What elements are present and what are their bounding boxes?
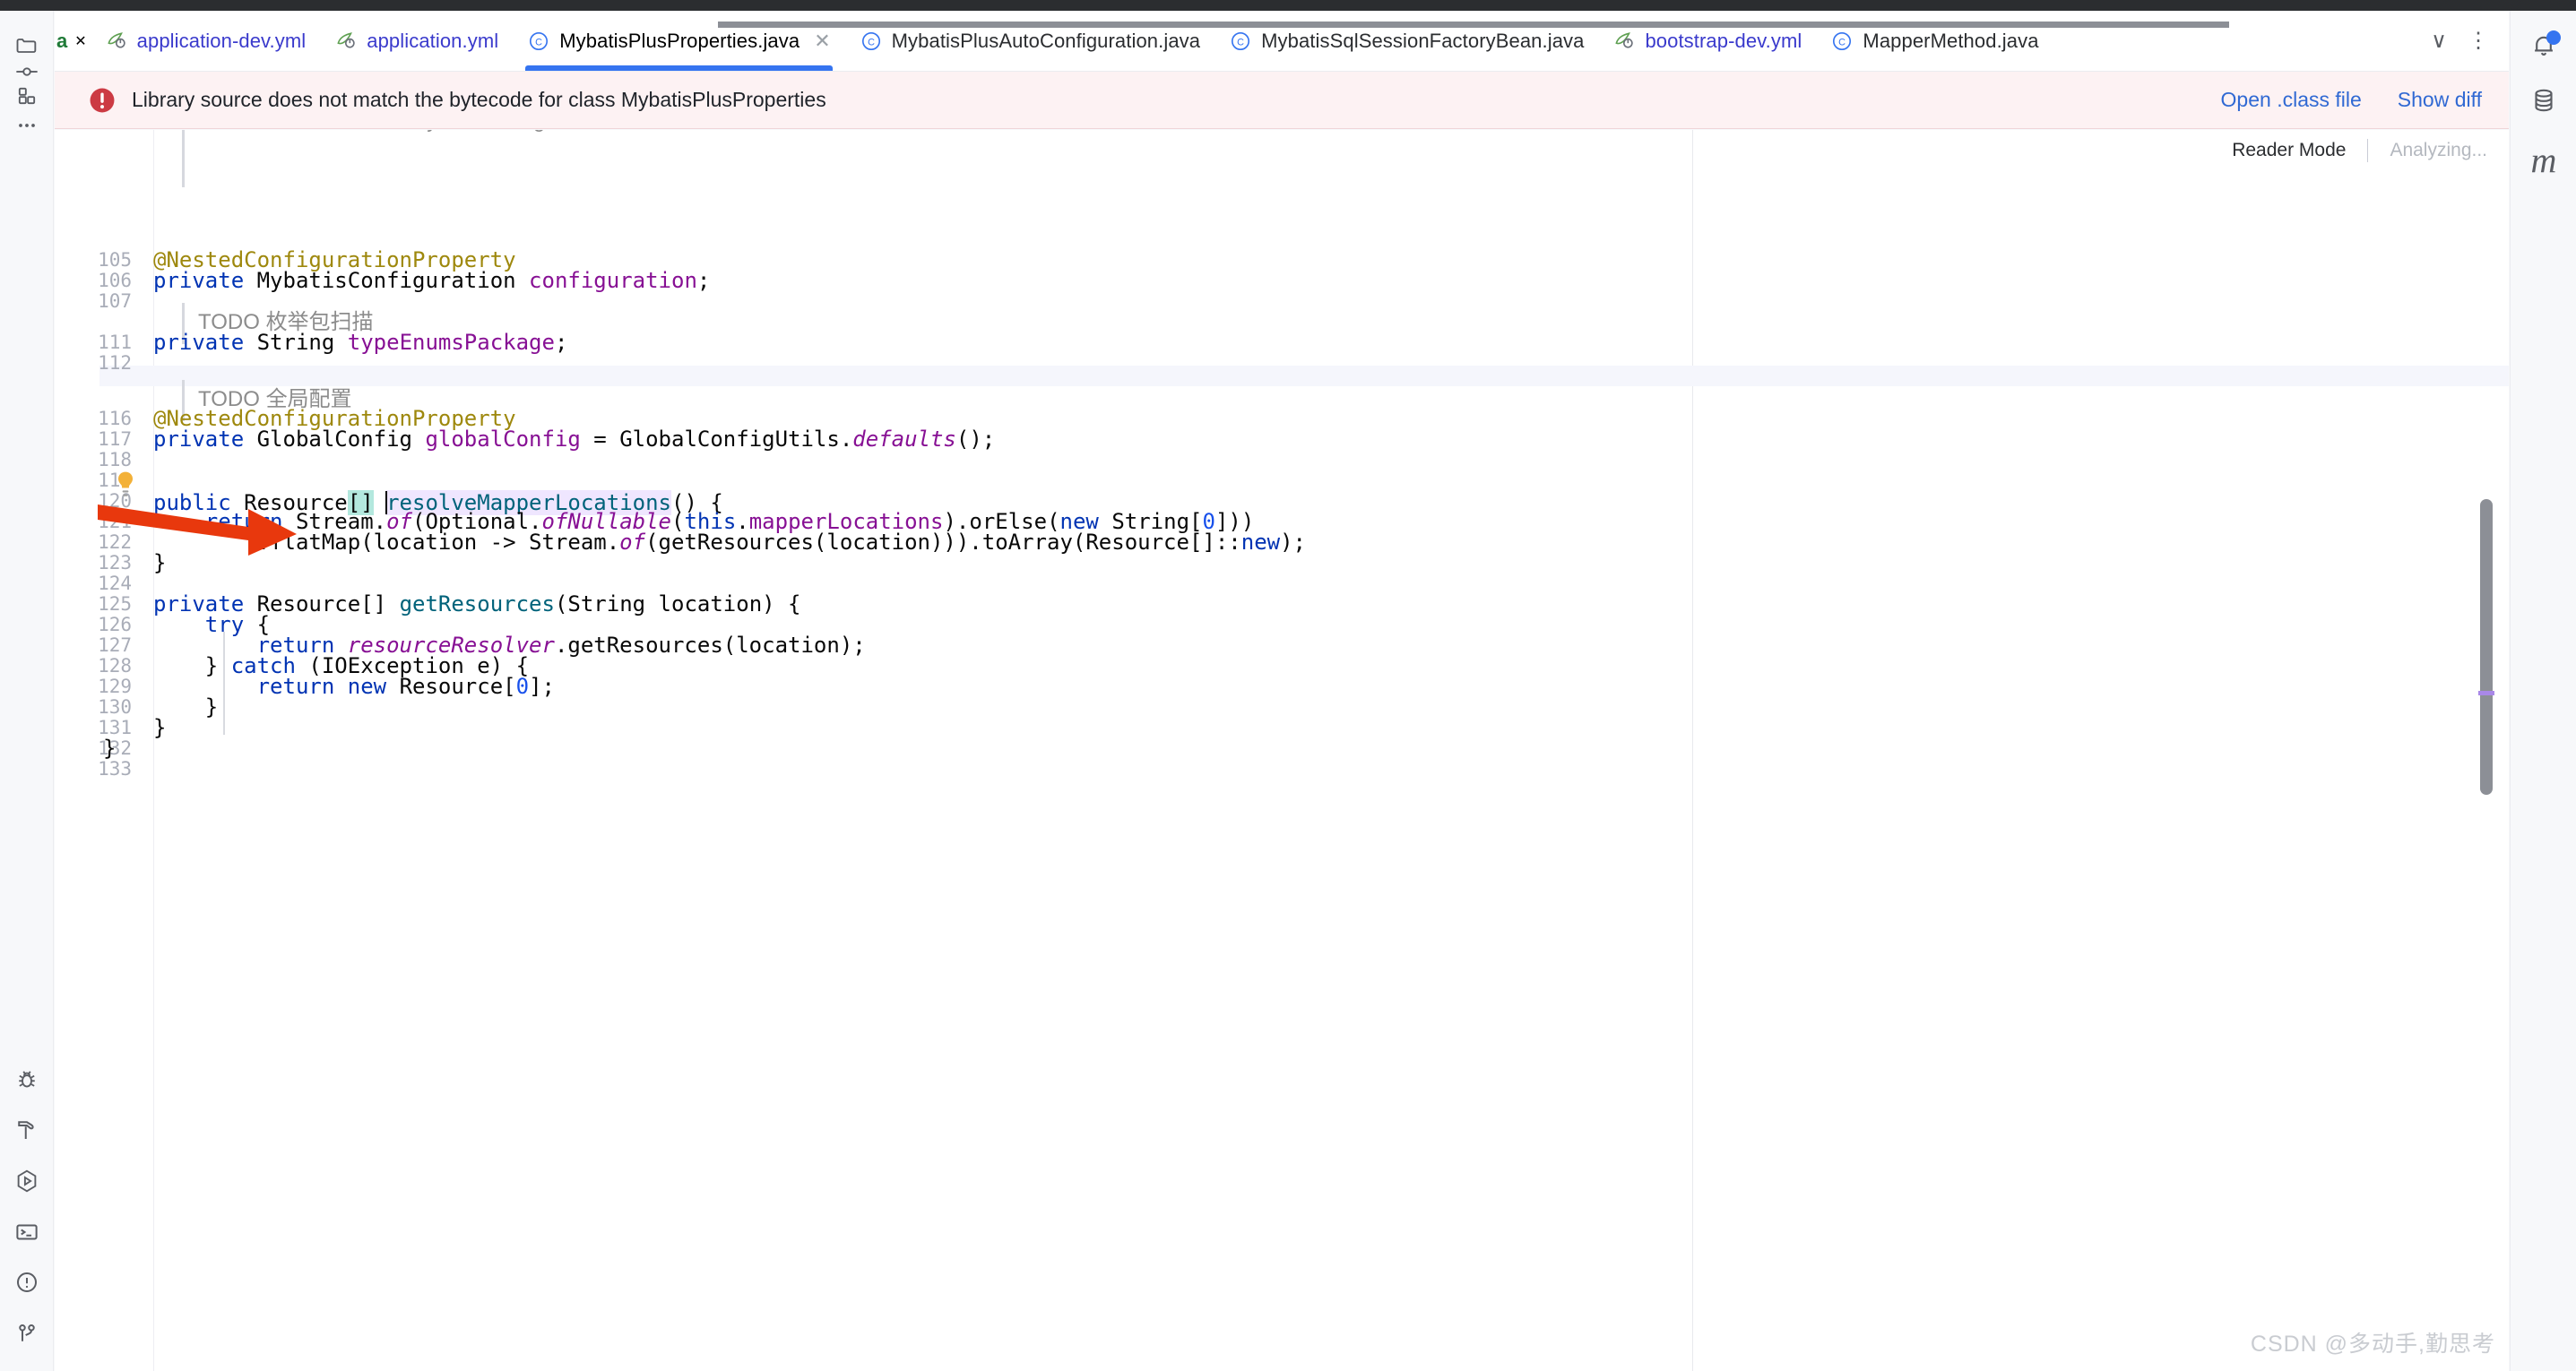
intention-bulb-icon[interactable] (114, 470, 137, 499)
tab-label: MapperMethod.java (1863, 30, 2038, 53)
yml-file-icon (105, 30, 128, 53)
closing-brace: } (153, 550, 166, 575)
line-number-130: 130 (55, 697, 132, 718)
editor-vertical-scrollbar[interactable] (2480, 130, 2493, 1371)
doc-comment-bar (182, 130, 185, 187)
code-line-132: } (103, 738, 116, 759)
line-number-123: 123 (55, 553, 132, 573)
tab-label: application.yml (367, 30, 498, 53)
analyzing-status: Analyzing... (2368, 140, 2487, 161)
line-number-126: 126 (55, 615, 132, 635)
code-line-122: .flatMap(location -> Stream.of(getResour… (153, 532, 1306, 553)
debug-icon[interactable] (0, 1059, 54, 1100)
open-class-file-link[interactable]: Open .class file (2221, 88, 2362, 112)
editor-tab-bar: a ✕ application-dev.yml application.yml (55, 11, 2509, 72)
line-number-122: 122 (55, 532, 132, 553)
tab-label: bootstrap-dev.yml (1645, 30, 1802, 53)
tab-list-chevron-down-icon[interactable]: ∨ (2421, 23, 2457, 59)
tab-bootstrap-dev-yml[interactable]: bootstrap-dev.yml (1598, 11, 1816, 72)
code-line-117: private GlobalConfig globalConfig = Glob… (153, 429, 995, 450)
code-line-106: private MybatisConfiguration configurati… (153, 271, 710, 291)
window-title-strip (0, 0, 2576, 11)
svg-text:C: C (1237, 37, 1244, 47)
code-content[interactable]: A Configuration object for customize def… (153, 130, 2509, 1371)
java-class-icon: C (860, 30, 883, 53)
terminal-icon[interactable] (0, 1211, 54, 1253)
svg-text:C: C (868, 37, 875, 47)
line-number-106: 106 (55, 271, 132, 291)
doc-comment-clipped-line2: not used. TODO 使用 MybatisConfiguration (198, 130, 611, 141)
show-diff-link[interactable]: Show diff (2398, 88, 2482, 112)
database-icon[interactable] (2511, 75, 2576, 125)
notifications-icon[interactable] (2511, 20, 2576, 70)
line-number-129: 129 (55, 677, 132, 697)
line-number-121: 121 (55, 512, 132, 532)
line-number-125: 125 (55, 594, 132, 615)
scrollbar-thumb[interactable] (2480, 499, 2493, 795)
tab-bar-actions: ∨ ⋮ (2421, 11, 2509, 71)
line-number-127: 127 (55, 635, 132, 656)
code-line-111: private String typeEnumsPackage; (153, 332, 567, 353)
line-number-131: 131 (55, 718, 132, 738)
tab-partial-leading[interactable]: a ✕ (55, 11, 91, 72)
line-number-111: 111 (55, 332, 132, 353)
tab-label: MybatisPlusProperties.java (559, 30, 800, 53)
svg-text:C: C (1838, 37, 1846, 47)
tab-application-yml[interactable]: application.yml (320, 11, 513, 72)
problems-icon[interactable] (0, 1262, 54, 1303)
tab-partial-label: a (56, 30, 67, 53)
line-number-132: 132 (55, 738, 132, 759)
banner-message: Library source does not match the byteco… (132, 88, 826, 112)
editor-status-bar: Reader Mode Analyzing... (2232, 139, 2487, 162)
line-number-107: 107 (55, 291, 132, 312)
error-icon (87, 85, 117, 116)
build-icon[interactable] (0, 1109, 54, 1151)
line-number-124: 124 (55, 573, 132, 594)
svg-text:C: C (535, 37, 542, 47)
yml-file-icon (1612, 30, 1636, 53)
java-class-icon: C (1830, 30, 1854, 53)
active-tab-underline (525, 65, 832, 72)
code-line-123: } (153, 553, 166, 573)
tab-mybatisplusautoconfiguration-java[interactable]: C MybatisPlusAutoConfiguration.java (845, 11, 1215, 72)
tab-mybatisplusproperties-java[interactable]: C MybatisPlusProperties.java ✕ (513, 11, 844, 72)
closing-brace-132: } (103, 736, 116, 761)
tab-label: MybatisSqlSessionFactoryBean.java (1261, 30, 1584, 53)
line-number-118: 118 (55, 450, 132, 470)
close-icon[interactable]: ✕ (74, 32, 86, 50)
reader-mode-label[interactable]: Reader Mode (2232, 140, 2367, 161)
run-icon[interactable] (0, 1160, 54, 1202)
more-tool-windows-icon[interactable] (0, 105, 54, 146)
close-icon[interactable]: ✕ (814, 30, 830, 53)
line-number-117: 117 (55, 429, 132, 450)
code-editor[interactable]: Reader Mode Analyzing... 105 (55, 130, 2509, 1371)
closing-brace-131: } (153, 715, 166, 740)
line-number-133: 133 (55, 759, 132, 780)
java-class-icon: C (1229, 30, 1252, 53)
maven-icon-label: m (2531, 139, 2557, 181)
scrollbar-change-marker (2478, 691, 2494, 695)
right-tool-rail: m (2510, 11, 2576, 1371)
tab-mybatissqlsessionfactorybean-java[interactable]: C MybatisSqlSessionFactoryBean.java (1215, 11, 1598, 72)
line-number-116: 116 (55, 409, 132, 429)
csdn-watermark: CSDN @多动手,勤思考 (2251, 1326, 2495, 1358)
code-line-131: } (153, 718, 166, 738)
left-tool-rail (0, 11, 54, 1371)
notification-badge-dot (2546, 30, 2561, 45)
java-class-icon: C (527, 30, 550, 53)
yml-file-icon (334, 30, 358, 53)
ide-window: m a ✕ application-dev.yml applicatio (0, 0, 2576, 1371)
tab-label: MybatisPlusAutoConfiguration.java (892, 30, 1200, 53)
maven-icon[interactable]: m (2511, 134, 2576, 185)
git-icon[interactable] (0, 1313, 54, 1354)
tab-options-icon[interactable]: ⋮ (2460, 23, 2496, 59)
line-number-105: 105 (55, 250, 132, 271)
tab-mappermethod-java[interactable]: C MapperMethod.java (1816, 11, 2053, 72)
bytecode-mismatch-banner: Library source does not match the byteco… (55, 72, 2509, 129)
line-number-112: 112 (55, 353, 132, 374)
tab-application-dev-yml[interactable]: application-dev.yml (91, 11, 321, 72)
line-number-128: 128 (55, 656, 132, 677)
banner-actions: Open .class file Show diff (2221, 88, 2482, 112)
tab-label: application-dev.yml (137, 30, 307, 53)
